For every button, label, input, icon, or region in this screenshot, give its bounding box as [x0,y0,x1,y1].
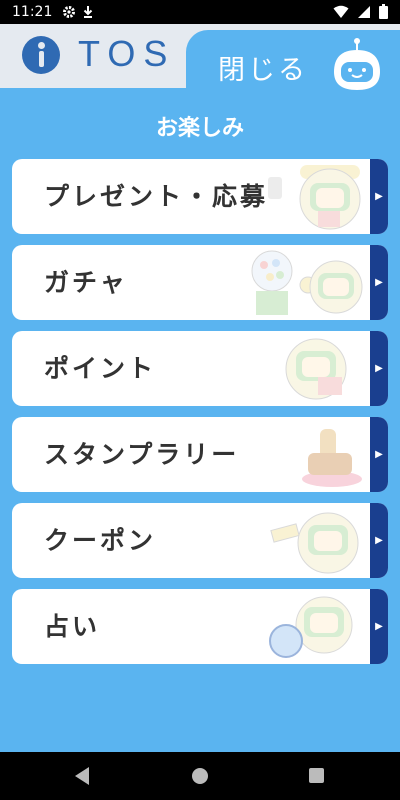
menu-item-stamp-rally[interactable]: スタンプラリー ▶ [12,417,388,492]
close-label: 閉じる [218,55,308,86]
system-navigation-bar [0,752,400,800]
menu-item-label: ガチャ [44,268,128,297]
menu-item-label: スタンプラリー [44,440,240,469]
stamp-illustration [302,429,362,487]
gear-icon [63,6,76,18]
status-time: 11:21 [12,4,53,20]
app-logo-text: TOS [78,33,176,74]
info-logo-icon [22,36,60,74]
chevron-right-icon: ▶ [370,589,388,664]
arrow-glyph: ▶ [375,535,383,546]
battery-icon [379,4,388,19]
status-bar: 11:21 [0,0,400,24]
mascot-crystal-ball-illustration [269,596,353,658]
chevron-right-icon: ▶ [370,245,388,320]
menu-item-point[interactable]: ポイント ▶ [12,331,388,406]
menu-item-label: ポイント [44,354,157,383]
back-icon[interactable] [75,767,89,785]
gacha-machine-illustration [251,250,363,315]
arrow-glyph: ▶ [375,621,383,632]
page-title: お楽しみ [155,116,244,141]
recent-apps-icon[interactable] [309,768,324,783]
chevron-right-icon: ▶ [370,417,388,492]
menu-item-fortune[interactable]: 占い ▶ [12,589,388,664]
arrow-glyph: ▶ [375,277,383,288]
arrow-glyph: ▶ [375,363,383,374]
close-tab-button[interactable]: 閉じる [186,30,400,100]
wifi-icon [333,5,349,18]
arrow-glyph: ▶ [375,449,383,460]
menu-item-gacha[interactable]: ガチャ ▶ [12,245,388,320]
home-icon[interactable] [192,768,208,784]
download-icon [84,6,93,18]
signal-icon [358,5,370,18]
chevron-right-icon: ▶ [370,159,388,234]
menu-item-label: クーポン [44,526,157,555]
chevron-right-icon: ▶ [370,503,388,578]
menu-item-present[interactable]: プレゼント・応募 ▶ [12,159,388,234]
chevron-right-icon: ▶ [370,331,388,406]
menu-item-coupon[interactable]: クーポン ▶ [12,503,388,578]
mascot-coupon-illustration [270,512,359,574]
menu-item-label: 占い [44,612,101,641]
mascot-gift-illustration [285,338,347,400]
menu-item-label: プレゼント・応募 [44,182,269,211]
robot-mascot-icon [334,38,380,90]
arrow-glyph: ▶ [375,191,383,202]
